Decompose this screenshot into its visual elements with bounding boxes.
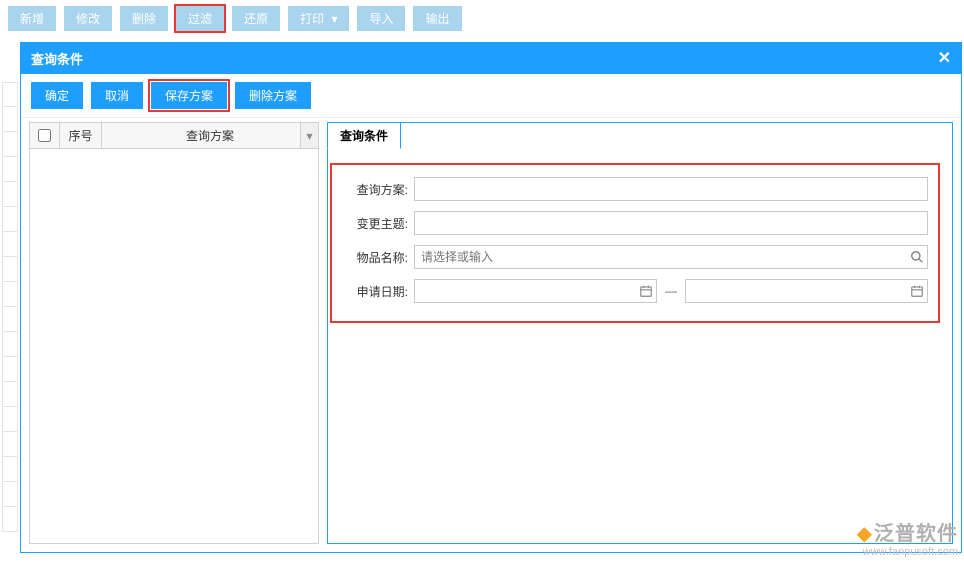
grid-body-empty	[30, 149, 318, 543]
row-subject: 变更主题:	[342, 211, 928, 235]
criteria-form-highlight: 查询方案: 变更主题: 物品名称:	[330, 163, 940, 323]
background-row-hints	[2, 82, 18, 553]
calendar-icon[interactable]	[639, 284, 653, 298]
select-all-checkbox[interactable]	[38, 129, 51, 142]
grid-col-plan: 查询方案 ▾	[102, 123, 318, 148]
plan-column-dropdown-icon[interactable]: ▾	[300, 123, 318, 148]
save-plan-button[interactable]: 保存方案	[151, 82, 227, 109]
delete-plan-button[interactable]: 删除方案	[235, 82, 311, 109]
print-label: 打印	[300, 12, 324, 26]
delete-button[interactable]: 删除	[120, 6, 168, 31]
filter-button[interactable]: 过滤	[176, 6, 224, 31]
row-plan: 查询方案:	[342, 177, 928, 201]
grid-col-checkbox	[30, 123, 60, 148]
row-date: 申请日期: —	[342, 279, 928, 303]
input-item[interactable]	[414, 245, 928, 269]
criteria-panel: 查询条件 查询方案: 变更主题:	[327, 122, 953, 544]
top-toolbar: 新增 修改 删除 过滤 还原 打印 ▾ 导入 输出	[0, 0, 964, 37]
input-date-to[interactable]	[685, 279, 928, 303]
row-item: 物品名称:	[342, 245, 928, 269]
label-plan: 查询方案:	[342, 181, 408, 198]
plan-grid: 序号 查询方案 ▾	[29, 122, 319, 544]
restore-button[interactable]: 还原	[232, 6, 280, 31]
criteria-tab[interactable]: 查询条件	[327, 122, 401, 149]
grid-col-plan-label: 查询方案	[186, 127, 234, 144]
label-subject: 变更主题:	[342, 215, 408, 232]
grid-col-number: 序号	[60, 123, 102, 148]
grid-header: 序号 查询方案 ▾	[30, 123, 318, 149]
label-item: 物品名称:	[342, 249, 408, 266]
edit-button[interactable]: 修改	[64, 6, 112, 31]
dialog-toolbar: 确定 取消 保存方案 删除方案	[21, 74, 961, 118]
date-range-separator: —	[663, 284, 679, 298]
input-subject[interactable]	[414, 211, 928, 235]
print-button[interactable]: 打印 ▾	[288, 6, 349, 31]
input-plan[interactable]	[414, 177, 928, 201]
criteria-content: 查询方案: 变更主题: 物品名称:	[328, 149, 952, 337]
import-button[interactable]: 导入	[357, 6, 405, 31]
dialog-body: 序号 查询方案 ▾ 查询条件 查询方案:	[21, 118, 961, 552]
chevron-down-icon: ▾	[331, 12, 337, 26]
search-icon[interactable]	[910, 250, 924, 264]
ok-button[interactable]: 确定	[31, 82, 83, 109]
close-icon[interactable]: ✕	[938, 51, 951, 67]
dialog-header: 查询条件 ✕	[21, 43, 961, 74]
filter-dialog: 查询条件 ✕ 确定 取消 保存方案 删除方案 序号 查询方案 ▾ 查询条件	[20, 42, 962, 553]
label-date: 申请日期:	[342, 283, 408, 300]
cancel-button[interactable]: 取消	[91, 82, 143, 109]
dialog-title: 查询条件	[31, 49, 83, 68]
add-button[interactable]: 新增	[8, 6, 56, 31]
export-button[interactable]: 输出	[413, 6, 461, 31]
calendar-icon[interactable]	[910, 284, 924, 298]
input-date-from[interactable]	[414, 279, 657, 303]
